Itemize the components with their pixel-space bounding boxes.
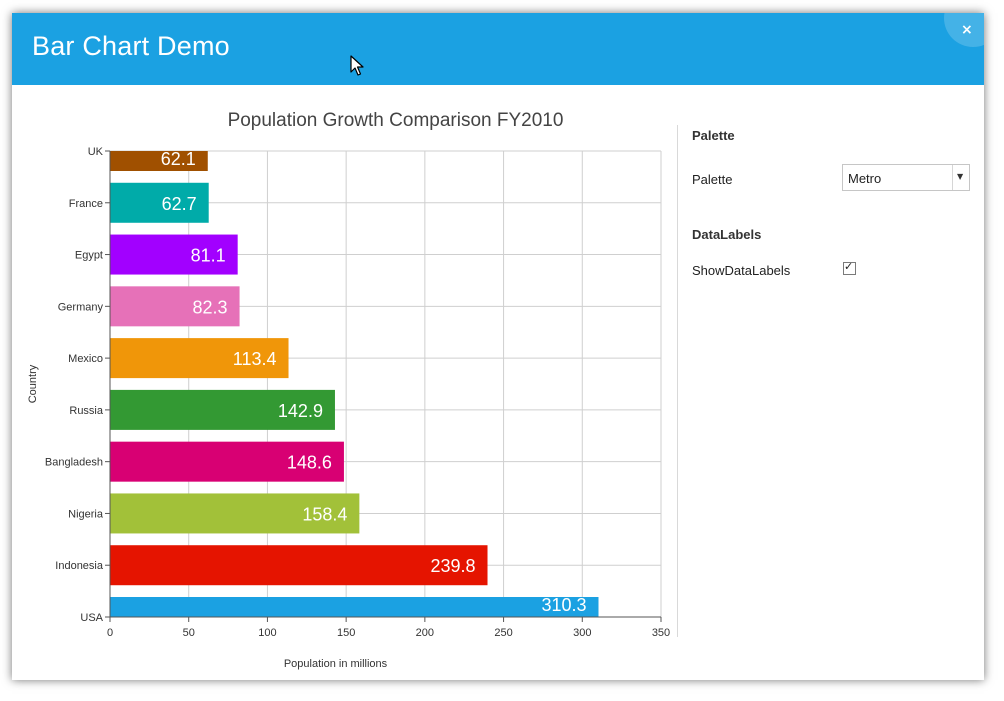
category-label: Mexico xyxy=(68,353,103,365)
show-datalabels-label: ShowDataLabels xyxy=(692,263,791,278)
bar-chart: Population Growth Comparison FY2010 0 50 10… xyxy=(27,110,670,670)
data-label: 310.3 xyxy=(541,595,586,615)
mouse-cursor-icon xyxy=(350,55,364,76)
data-label: 239.8 xyxy=(430,556,475,576)
close-button[interactable]: × xyxy=(944,13,984,47)
category-label: Russia xyxy=(69,405,104,417)
checkmark-icon: ✓ xyxy=(844,260,854,273)
category-label: Bangladesh xyxy=(45,457,103,469)
x-tick-label: 250 xyxy=(494,627,512,639)
data-label: 62.1 xyxy=(161,149,196,169)
x-tick-label: 0 xyxy=(107,627,113,639)
data-label: 82.3 xyxy=(193,297,228,317)
close-icon: × xyxy=(961,22,973,38)
window-title: Bar Chart Demo xyxy=(32,31,230,61)
palette-select-value: Metro xyxy=(848,171,882,186)
x-tick-label: 150 xyxy=(337,627,355,639)
x-tick-label: 200 xyxy=(416,627,434,639)
triangle-down-icon: ▼ xyxy=(957,172,964,181)
x-tick-label: 50 xyxy=(183,627,195,639)
category-label: USA xyxy=(80,612,103,624)
y-axis-title: Country xyxy=(27,364,39,403)
data-label: 148.6 xyxy=(287,453,332,473)
category-label: Germany xyxy=(58,301,104,313)
x-tick-label: 350 xyxy=(652,627,670,639)
category-label: France xyxy=(69,198,103,210)
category-label: Indonesia xyxy=(55,560,104,572)
category-label: Nigeria xyxy=(68,508,104,520)
chart-title: Population Growth Comparison FY2010 xyxy=(228,110,564,131)
data-label: 81.1 xyxy=(191,246,226,266)
data-label: 142.9 xyxy=(278,401,323,421)
panel-divider xyxy=(677,125,678,637)
show-datalabels-checkbox[interactable]: ✓ xyxy=(843,260,856,275)
datalabels-heading: DataLabels xyxy=(692,227,762,242)
x-tick-label: 100 xyxy=(258,627,276,639)
category-label: Egypt xyxy=(75,250,103,262)
data-label: 158.4 xyxy=(302,504,347,524)
x-tick-label: 300 xyxy=(573,627,591,639)
x-axis-title: Population in millions xyxy=(284,658,388,670)
category-label: UK xyxy=(88,146,104,158)
palette-select[interactable]: Metro ▼ xyxy=(842,164,970,191)
data-label: 62.7 xyxy=(162,194,197,214)
palette-dropdown-button[interactable]: ▼ xyxy=(952,165,969,190)
data-label: 113.4 xyxy=(233,349,277,369)
chart-demo-window: Bar Chart Demo × Population Growth Compa… xyxy=(12,13,984,680)
palette-label: Palette xyxy=(692,172,733,187)
title-bar: Bar Chart Demo × xyxy=(12,13,984,85)
palette-heading: Palette xyxy=(692,128,735,143)
